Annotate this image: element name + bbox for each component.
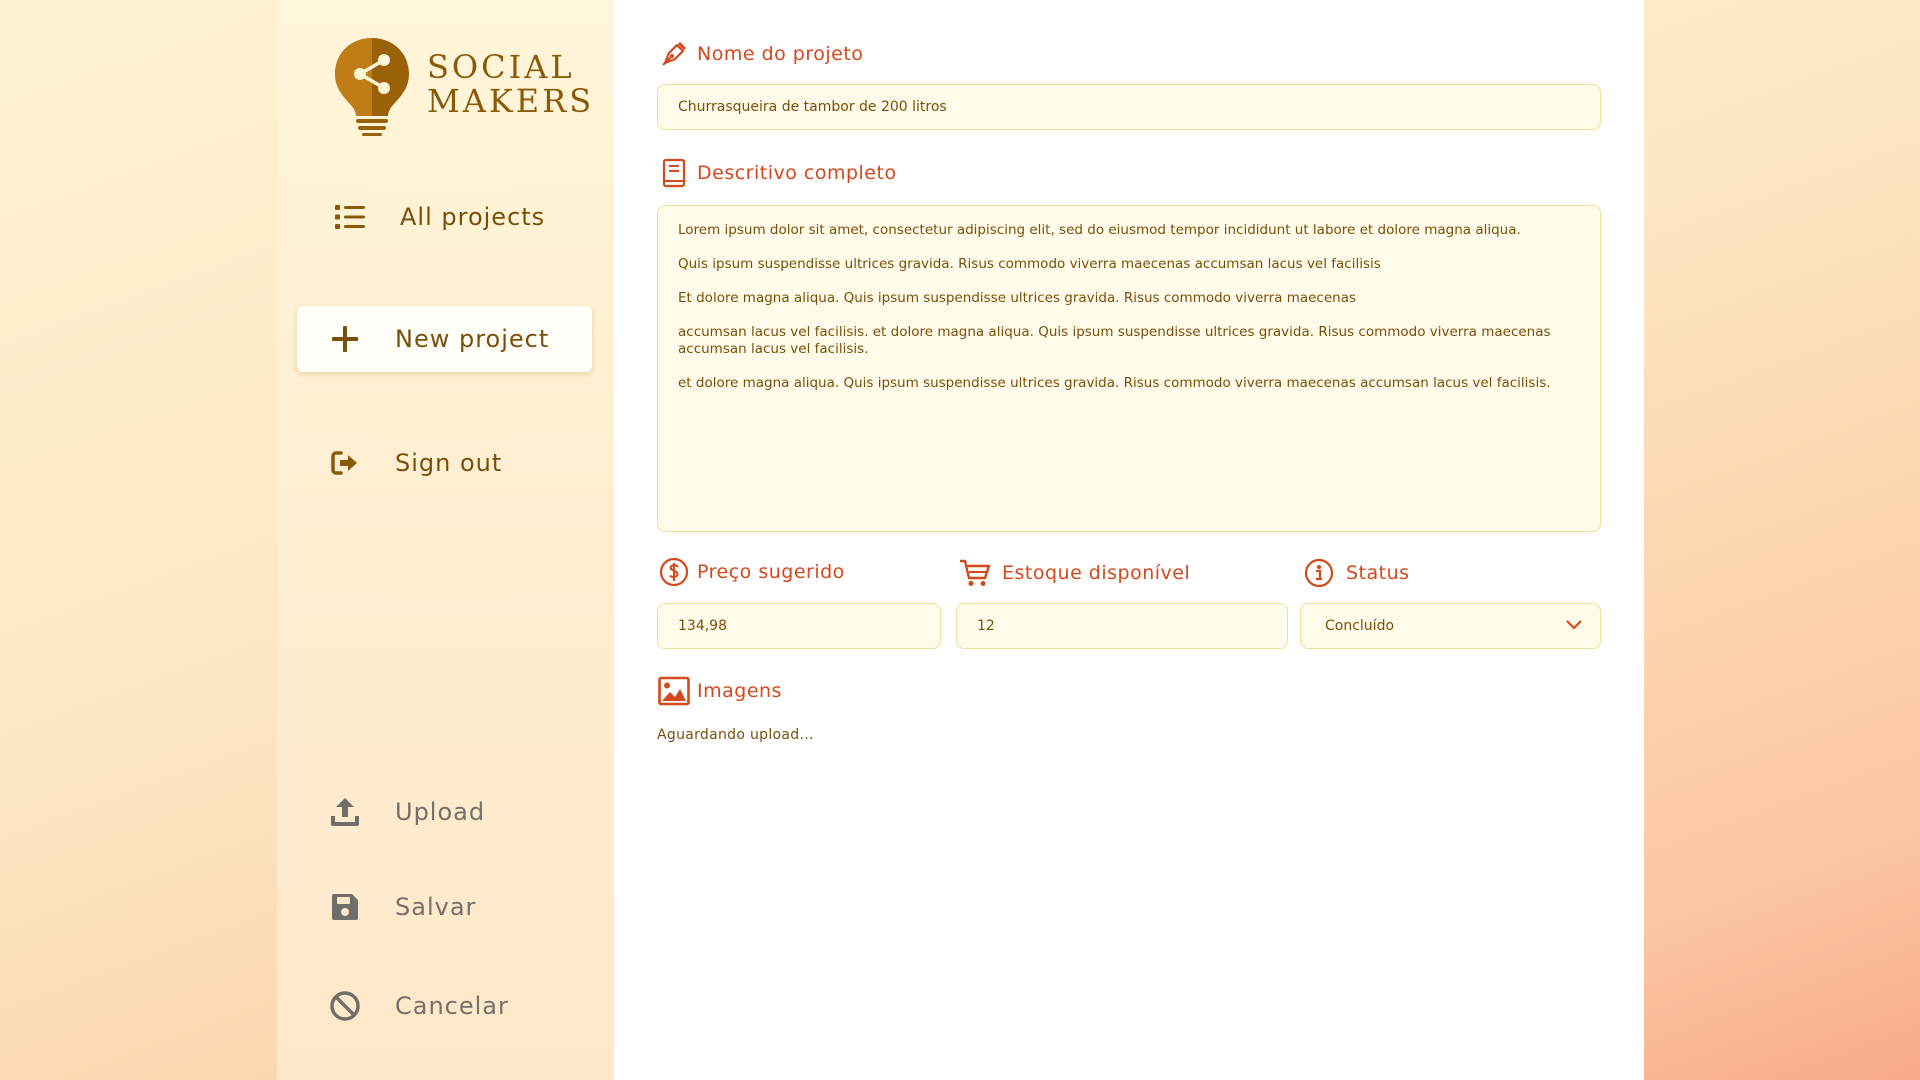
brand-logo: SOCIAL MAKERS <box>332 36 592 136</box>
status-label-text: Status <box>1346 562 1410 584</box>
cart-icon <box>958 557 992 589</box>
stock-label-text: Estoque disponível <box>1002 562 1191 584</box>
sign-out-icon <box>325 450 365 476</box>
sidebar-item-all-projects[interactable]: All projects <box>297 184 592 250</box>
brand-name-line2: MAKERS <box>427 82 595 120</box>
sidebar-item-label: New project <box>395 325 550 353</box>
description-textarea[interactable]: Lorem ipsum dolor sit amet, consectetur … <box>657 205 1601 532</box>
list-icon <box>330 204 370 230</box>
cancel-button[interactable]: Cancelar <box>297 973 592 1039</box>
brand-name-line1: SOCIAL <box>427 48 575 86</box>
save-icon <box>325 893 365 921</box>
info-circle-icon <box>1302 557 1336 589</box>
price-label: Preço sugerido <box>657 556 845 588</box>
stock-input[interactable] <box>956 603 1288 649</box>
name-label-text: Nome do projeto <box>697 43 864 65</box>
description-label: Descritivo completo <box>657 157 897 189</box>
sidebar-item-label: All projects <box>400 203 546 231</box>
price-input[interactable] <box>657 603 941 649</box>
dollar-circle-icon <box>657 556 691 588</box>
book-icon <box>657 157 691 189</box>
chevron-down-icon <box>1566 618 1582 634</box>
plus-icon <box>325 326 365 352</box>
upload-label: Upload <box>395 798 486 826</box>
upload-icon <box>325 796 365 828</box>
images-label-text: Imagens <box>697 680 782 702</box>
status-select[interactable]: Concluído <box>1300 603 1601 649</box>
sidebar-item-new-project[interactable]: New project <box>297 306 592 372</box>
price-label-text: Preço sugerido <box>697 561 845 583</box>
sidebar-item-label: Sign out <box>395 449 503 477</box>
name-label: Nome do projeto <box>657 38 863 70</box>
ban-icon <box>325 990 365 1022</box>
save-button[interactable]: Salvar <box>297 874 592 940</box>
sidebar: SOCIAL MAKERS All projects New project S… <box>277 0 614 1080</box>
stock-label: Estoque disponível <box>958 557 1190 589</box>
images-label: Imagens <box>657 675 782 707</box>
sidebar-item-sign-out[interactable]: Sign out <box>297 430 592 496</box>
pen-nib-icon <box>657 38 691 70</box>
status-select-value: Concluído <box>1325 618 1395 634</box>
project-form: Nome do projeto Descritivo completo Lore… <box>614 0 1644 1080</box>
project-name-input[interactable] <box>657 84 1601 130</box>
save-label: Salvar <box>395 893 477 921</box>
image-icon <box>657 675 691 707</box>
description-label-text: Descritivo completo <box>697 162 897 184</box>
status-label: Status <box>1302 557 1410 589</box>
upload-button[interactable]: Upload <box>297 779 592 845</box>
upload-status-text: Aguardando upload... <box>657 727 814 743</box>
lightbulb-share-logo-icon <box>335 38 409 136</box>
cancel-label: Cancelar <box>395 992 509 1020</box>
